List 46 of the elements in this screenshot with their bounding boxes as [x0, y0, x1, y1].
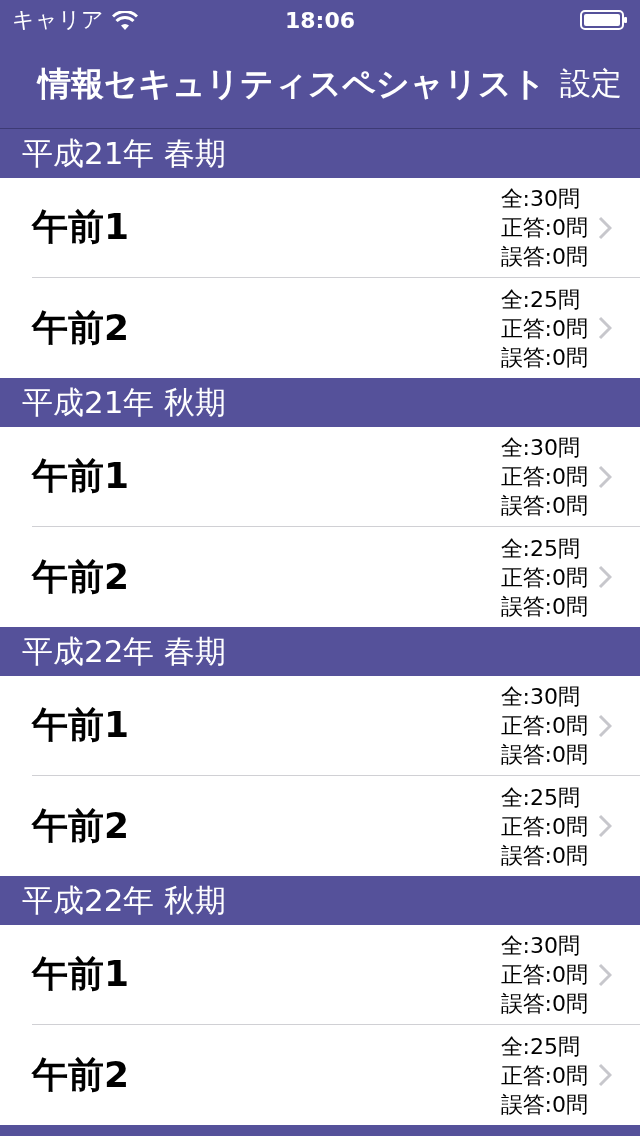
- row-stat: 誤答:0問: [500, 592, 588, 621]
- row-stat: 正答:0問: [500, 563, 588, 592]
- chevron-icon: [598, 1063, 612, 1087]
- row-stat: 全:30問: [500, 683, 581, 711]
- row-stat: 誤答:0問: [500, 492, 588, 520]
- chevron-icon: [598, 565, 612, 589]
- row-stat: 全:25問: [500, 783, 581, 812]
- row-stat: 正答:0問: [500, 812, 588, 841]
- row-stat: 全:25問: [500, 534, 581, 563]
- carrier-label: キャリア: [12, 6, 104, 34]
- row-stat: 正答:0問: [500, 314, 588, 343]
- row-title[interactable]: 午前1: [32, 950, 501, 999]
- chevron-icon: [598, 215, 612, 240]
- settings-button[interactable]: 設定: [560, 63, 622, 105]
- nav-title: 情報セキュリティスペシャリスト: [38, 62, 546, 105]
- chevron-icon: [598, 713, 612, 738]
- row-stat: 誤答:0問: [500, 243, 588, 271]
- row-title[interactable]: 午前1: [32, 701, 501, 750]
- row-title[interactable]: 午前1: [32, 452, 501, 501]
- row-stat: 全:25問: [500, 285, 581, 314]
- row-title[interactable]: 午前1: [32, 203, 501, 252]
- row-title[interactable]: 午前2: [32, 303, 501, 353]
- chevron-icon: [598, 464, 612, 489]
- row-title[interactable]: 午前2: [32, 801, 501, 851]
- status-time: 18:06: [285, 7, 355, 33]
- battery-icon: [580, 10, 628, 30]
- chevron-icon: [598, 814, 612, 838]
- row-stat: 誤答:0問: [500, 841, 588, 870]
- row-title[interactable]: 午前2: [32, 552, 501, 602]
- row-stat: 正答:0問: [500, 712, 588, 740]
- wifi-icon: [112, 10, 138, 30]
- chevron-icon: [598, 316, 612, 340]
- row-stat: 誤答:0問: [500, 1090, 588, 1119]
- row-stat: 正答:0問: [500, 463, 588, 491]
- row-stat: 正答:0問: [500, 1061, 588, 1090]
- row-title[interactable]: 午前2: [32, 1050, 501, 1100]
- row-stat: 全:25問: [500, 1032, 581, 1061]
- row-stat: 誤答:0問: [500, 343, 588, 372]
- row-stat: 正答:0問: [500, 214, 588, 242]
- row-stat: 全:30問: [500, 932, 581, 960]
- chevron-icon: [598, 962, 612, 987]
- row-stat: 誤答:0問: [500, 741, 588, 769]
- row-stat: 全:30問: [500, 434, 581, 462]
- row-stat: 全:30問: [500, 185, 581, 213]
- row-stat: 正答:0問: [500, 961, 588, 989]
- row-stat: 誤答:0問: [500, 990, 588, 1018]
